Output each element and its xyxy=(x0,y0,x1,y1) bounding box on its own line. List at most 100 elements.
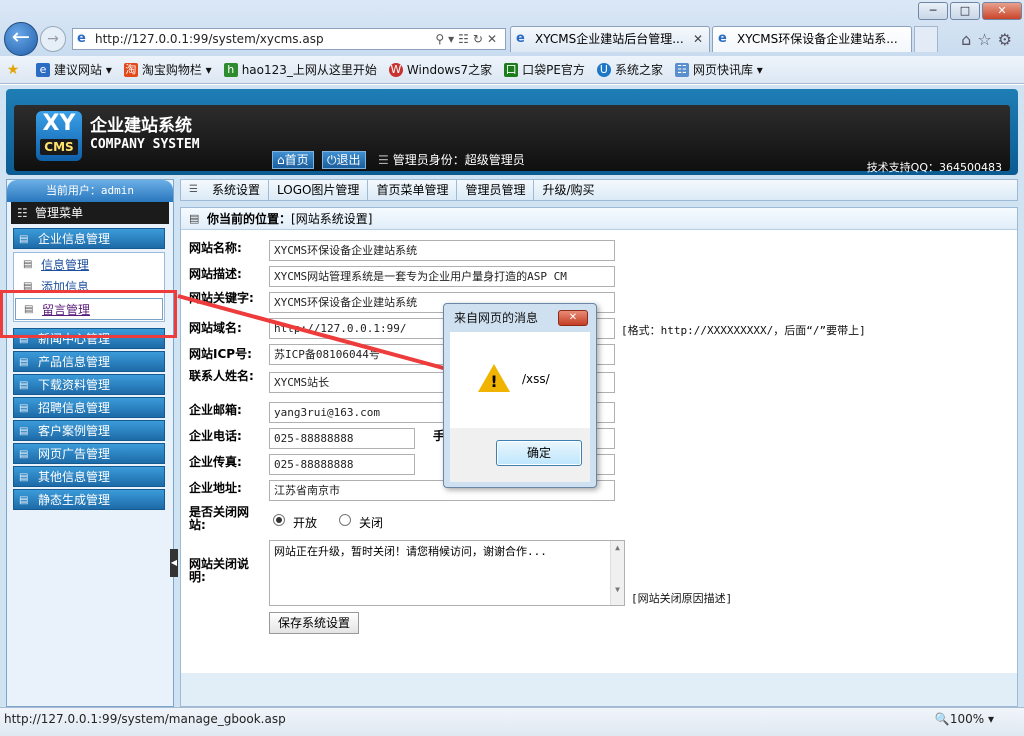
ok-button[interactable]: 确定 xyxy=(496,440,582,466)
submenu-info-manage[interactable]: ▤ 信息管理 xyxy=(15,254,163,276)
menu-icon: ▤ xyxy=(19,495,29,506)
sidebar-item-company-info[interactable]: ▤ 企业信息管理 xyxy=(13,228,165,249)
browser-tab-1[interactable]: e XYCMS企业建站后台管理... ✕ xyxy=(510,26,710,52)
sidebar-item-cases[interactable]: ▤ 客户案例管理 xyxy=(13,420,165,441)
fax-label: 企业传真: xyxy=(189,455,242,469)
keywords-label: 网站关键字: xyxy=(189,291,254,305)
open-option-label: 开放 xyxy=(293,516,318,530)
favorites-bar: ★ e 建议网站 ▾ 淘淘宝购物栏 ▾ h hao123_上网从这里开始 W Wind… xyxy=(0,56,1024,84)
home-icon: ⌂ xyxy=(277,153,285,167)
address-label: 企业地址: xyxy=(189,481,242,495)
highlight-box xyxy=(0,290,177,338)
fax-field[interactable]: 025-88888888 xyxy=(269,454,415,475)
ie-icon: e xyxy=(718,31,727,46)
site-name-field[interactable]: XYCMS环保设备企业建站系统 xyxy=(269,240,615,261)
back-button[interactable]: ← xyxy=(4,22,38,56)
toolbar-system-settings[interactable]: 系统设置 xyxy=(204,180,269,200)
favorite-link[interactable]: h hao123_上网从这里开始 xyxy=(223,61,377,78)
save-settings-button[interactable]: 保存系统设置 xyxy=(269,612,359,634)
brand-subtitle: COMPANY SYSTEM xyxy=(90,137,200,152)
icp-label: 网站ICP号: xyxy=(189,347,252,361)
breadcrumb: ▤ 你当前的位置：[网站系统设置] xyxy=(181,208,1017,230)
favorite-link[interactable]: W Windows7之家 xyxy=(388,61,492,78)
favorite-link[interactable]: U 系统之家 xyxy=(596,61,663,78)
list-icon: ☰ xyxy=(378,153,389,167)
new-tab-button[interactable] xyxy=(914,26,938,52)
textarea-scrollbar[interactable]: ▲ ▼ xyxy=(610,541,624,605)
power-icon: ⏻ xyxy=(327,153,337,167)
sidebar-item-downloads[interactable]: ▤ 下载资料管理 xyxy=(13,374,165,395)
zoom-control[interactable]: 🔍100% ▾ xyxy=(935,708,994,730)
contact-label: 联系人姓名: xyxy=(189,369,254,383)
sidebar-item-jobs[interactable]: ▤ 招聘信息管理 xyxy=(13,397,165,418)
domain-hint: [格式：http://XXXXXXXXX/，后面“/”要带上] xyxy=(621,324,866,337)
header-banner: XY CMS 企业建站系统 COMPANY SYSTEM ⌂首页 ⏻退出 ☰ 管理… xyxy=(14,105,1010,174)
site-name-label: 网站名称: xyxy=(189,241,242,255)
sidebar-item-ads[interactable]: ▤ 网页广告管理 xyxy=(13,443,165,464)
domain-label: 网站域名: xyxy=(189,321,242,335)
ie-icon: e xyxy=(516,31,525,46)
close-tab-icon[interactable]: ✕ xyxy=(693,27,703,51)
alert-dialog: 来自网页的消息 ✕ ! /xss/ 确定 xyxy=(443,303,597,488)
window-controls: ─ □ ✕ xyxy=(918,2,1022,20)
address-url: http://127.0.0.1:99/system/xycms.asp xyxy=(95,32,324,46)
maximize-button[interactable]: □ xyxy=(950,2,980,20)
ie-icon: e xyxy=(36,62,50,77)
toolbar-upgrade[interactable]: 升级/购买 xyxy=(534,180,602,200)
xycms-logo: XY CMS xyxy=(36,111,82,161)
sidebar-collapse-handle[interactable]: ◀ xyxy=(170,549,178,577)
open-radio[interactable] xyxy=(273,514,285,526)
tab-label: XYCMS企业建站后台管理... xyxy=(535,32,684,46)
sidebar-item-other[interactable]: ▤ 其他信息管理 xyxy=(13,466,165,487)
home-button[interactable]: ⌂首页 xyxy=(272,151,314,169)
current-user: 当前用户：admin xyxy=(7,180,173,202)
menu-title: ☷ 管理菜单 xyxy=(11,202,169,224)
menu-icon: ▤ xyxy=(19,403,29,414)
favorite-link[interactable]: 淘淘宝购物栏 ▾ xyxy=(123,61,212,78)
windows7-icon: W xyxy=(388,62,403,77)
sidebar-item-products[interactable]: ▤ 产品信息管理 xyxy=(13,351,165,372)
site-desc-field[interactable]: XYCMS网站管理系统是一套专为企业用户量身打造的ASP CM xyxy=(269,266,615,287)
menu-icon: ▤ xyxy=(19,380,29,391)
logout-button[interactable]: ⏻退出 xyxy=(322,151,366,169)
close-reason-field[interactable]: 网站正在升级，暂时关闭！请您稍候访问，谢谢合作... ▲ ▼ xyxy=(269,540,625,606)
browser-tool-icons[interactable]: ⌂☆⚙ xyxy=(961,30,1018,49)
support-qq: 技术支持QQ：364500483 xyxy=(866,161,1002,174)
phone-label: 企业电话: xyxy=(189,429,242,443)
minimize-button[interactable]: ─ xyxy=(918,2,948,20)
close-reason-label: 网站关闭说明: xyxy=(189,557,250,584)
toolbar-admins[interactable]: 管理员管理 xyxy=(457,180,535,200)
close-radio[interactable] xyxy=(339,514,351,526)
sidebar-item-static[interactable]: ▤ 静态生成管理 xyxy=(13,489,165,510)
page-icon: ▤ xyxy=(23,259,33,270)
menu-icon: ▤ xyxy=(19,234,29,245)
browser-tab-2[interactable]: e XYCMS环保设备企业建站系... xyxy=(712,26,912,52)
close-site-label: 是否关闭网站: xyxy=(189,505,250,532)
status-bar: http://127.0.0.1:99/system/manage_gbook.… xyxy=(0,707,1024,736)
list-icon: ☰ xyxy=(189,184,198,195)
favorite-link[interactable]: e 建议网站 ▾ xyxy=(36,61,112,78)
dialog-footer: 确定 xyxy=(450,428,590,482)
favorite-link[interactable]: ☷ 网页快讯库 ▾ xyxy=(674,61,763,78)
sidebar: 当前用户：admin ☷ 管理菜单 ▤ 企业信息管理 ▤ 信息管理 ▤ 添加信息 ▤ 留言… xyxy=(6,179,174,707)
phone-field[interactable]: 025-88888888 xyxy=(269,428,415,449)
hao123-icon: h xyxy=(223,62,238,77)
dialog-message: /xss/ xyxy=(522,372,550,386)
favorite-link[interactable]: 口口袋PE官方 xyxy=(504,61,585,78)
close-reason-hint: [网站关闭原因描述] xyxy=(631,592,733,605)
close-window-button[interactable]: ✕ xyxy=(982,2,1022,20)
address-actions-icon[interactable]: ⚲▾☷↻✕ xyxy=(435,29,501,49)
admin-role: ☰ 管理员身份：超级管理员 xyxy=(378,153,525,167)
favorites-star-icon[interactable]: ★ xyxy=(6,63,24,77)
menu-icon: ▤ xyxy=(19,357,29,368)
toolbar-logo[interactable]: LOGO图片管理 xyxy=(269,180,369,200)
webslice-icon: ☷ xyxy=(674,62,689,77)
address-bar[interactable]: e http://127.0.0.1:99/system/xycms.asp ⚲… xyxy=(72,28,506,50)
forward-button[interactable]: → xyxy=(40,26,66,52)
dialog-body: ! /xss/ xyxy=(450,332,590,428)
status-url: http://127.0.0.1:99/system/manage_gbook.… xyxy=(4,712,286,726)
list-icon: ▤ xyxy=(189,212,200,225)
toolbar-home-menu[interactable]: 首页菜单管理 xyxy=(368,180,458,200)
close-option-label: 关闭 xyxy=(359,516,384,530)
dialog-close-button[interactable]: ✕ xyxy=(558,310,588,326)
